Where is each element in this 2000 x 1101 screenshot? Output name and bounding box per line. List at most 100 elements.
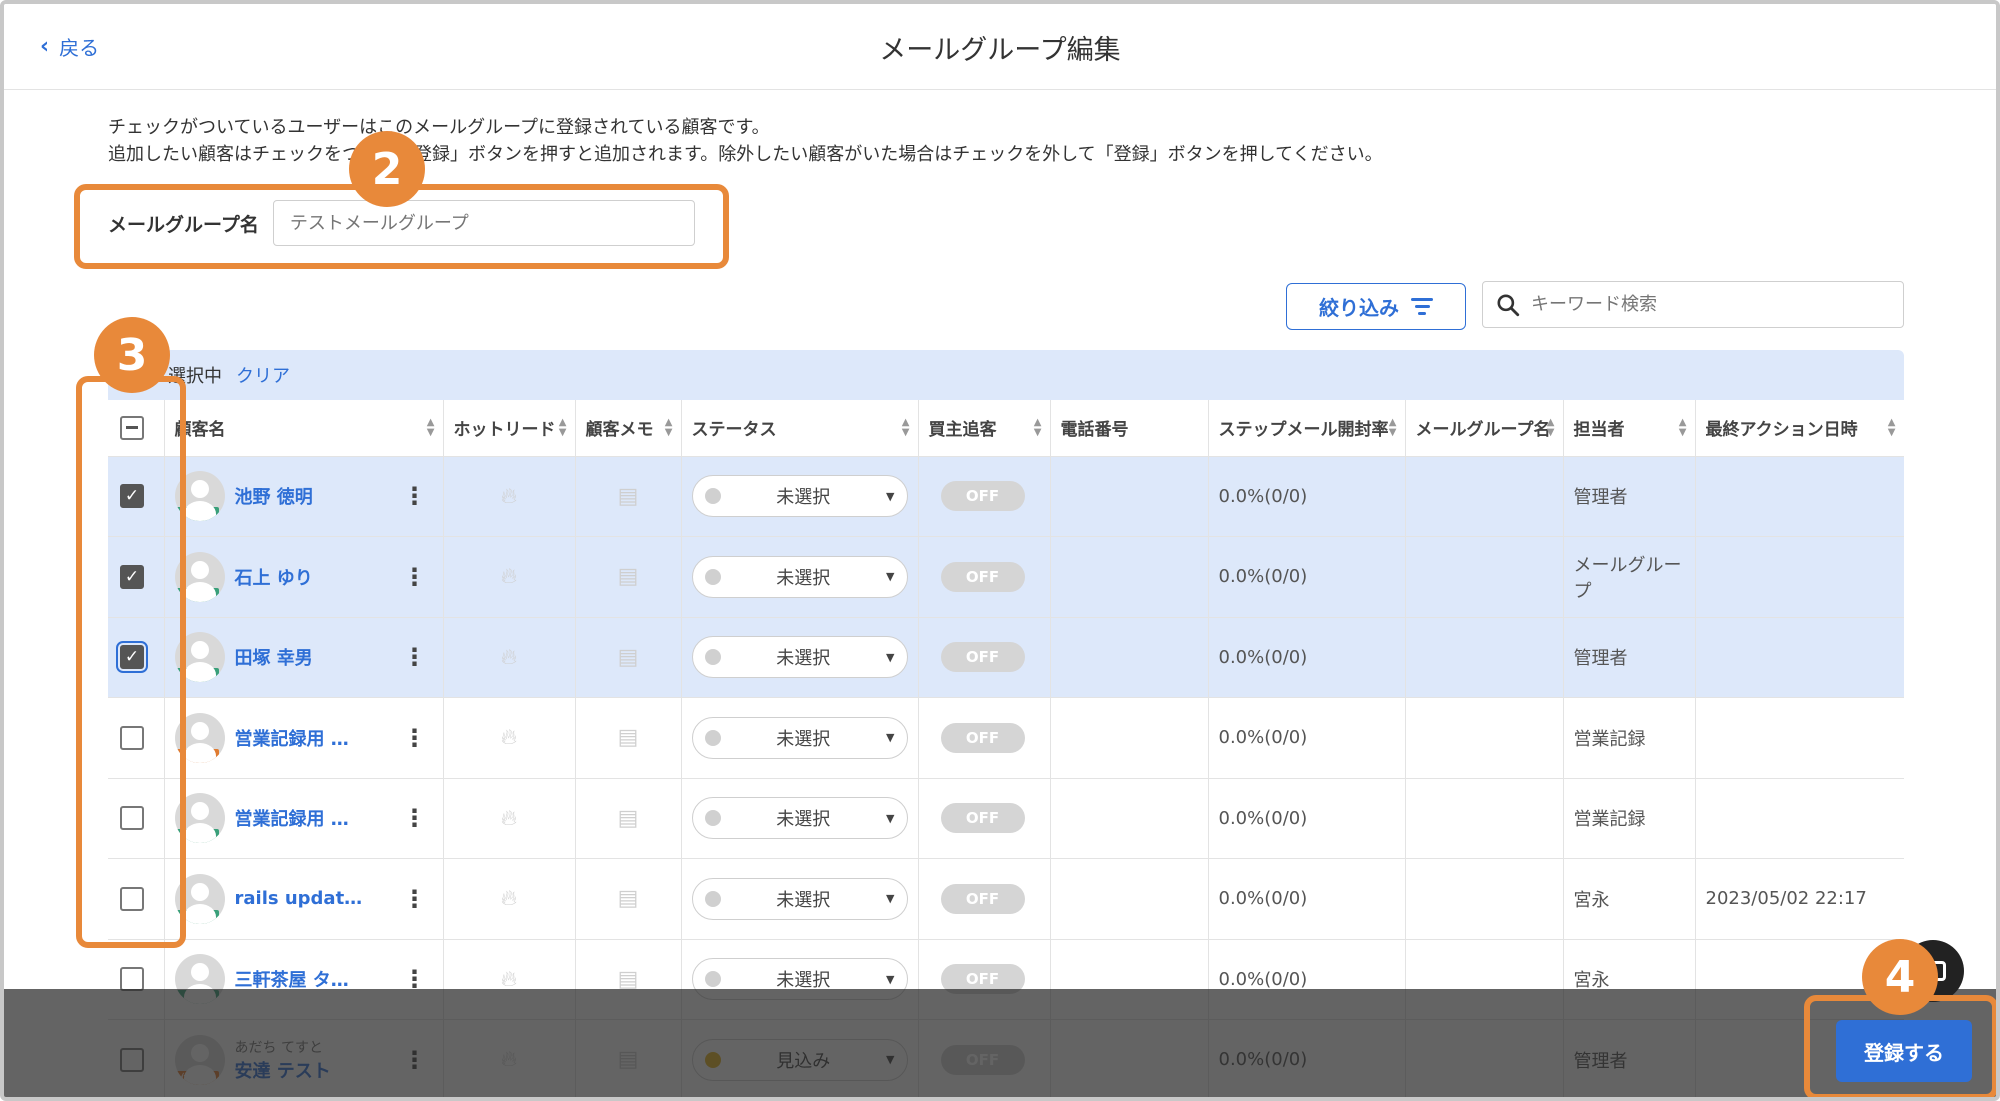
sort-icon: ▲ ▼ — [558, 417, 567, 438]
comment-icon[interactable]: ▤ — [586, 967, 671, 992]
comment-icon[interactable]: ▤ — [586, 886, 671, 911]
column-header[interactable]: 担当者 ▲ ▼ — [1563, 400, 1696, 457]
clear-selection-link[interactable]: クリア — [236, 362, 290, 388]
table-row: ✓ 買主 池野 徳明 ⋮ 🔥︎ ▤ 未選択 ▼ OFF 0.0%(0/0) 管理者 — [108, 456, 1904, 537]
owner-cell: 管理者 — [1563, 617, 1696, 698]
status-cell: 未選択 ▼ — [681, 536, 919, 618]
phone-cell — [1050, 697, 1209, 779]
follow-toggle[interactable]: OFF — [940, 803, 1025, 834]
callout-box-3 — [76, 376, 186, 948]
table-row: ✓ 買主 石上 ゆり ⋮ 🔥︎ ▤ 未選択 ▼ OFF 0.0%(0/0) メールグループ — [108, 536, 1904, 618]
customer-name-link[interactable]: rails updat… — [235, 888, 363, 909]
flame-icon[interactable]: 🔥︎ — [454, 484, 565, 509]
customer-name-link[interactable]: 田塚 幸男 — [235, 644, 313, 670]
last-action-cell — [1695, 617, 1904, 698]
column-header[interactable]: ステップメール開封率 ▲ ▼ — [1208, 400, 1406, 457]
column-header[interactable]: 買主追客 ▲ ▼ — [918, 400, 1051, 457]
status-select[interactable]: 未選択 ▼ — [691, 555, 908, 598]
status-value: 未選択 — [776, 567, 831, 589]
phone-cell — [1050, 858, 1209, 940]
flame-icon[interactable]: 🔥︎ — [454, 564, 565, 589]
status-dot — [704, 649, 721, 666]
sort-icon: ▲ ▼ — [1546, 417, 1555, 438]
follow-toggle[interactable]: OFF — [940, 722, 1025, 753]
open-rate-cell: 0.0%(0/0) — [1208, 697, 1406, 779]
memo-cell: ▤ — [575, 456, 682, 537]
follow-toggle[interactable]: OFF — [940, 561, 1025, 592]
more-options-icon[interactable]: ⋮ — [403, 804, 427, 832]
flame-icon[interactable]: 🔥︎ — [454, 725, 565, 750]
comment-icon[interactable]: ▤ — [586, 806, 671, 831]
sort-icon: ▲ ▼ — [1033, 417, 1042, 438]
follow-cell: OFF — [918, 456, 1051, 537]
more-options-icon[interactable]: ⋮ — [403, 885, 427, 913]
more-options-icon[interactable]: ⋮ — [403, 563, 427, 591]
group-name-cell — [1405, 536, 1564, 618]
customer-name-link[interactable]: 営業記録用 … — [235, 805, 349, 831]
last-action-cell — [1695, 778, 1904, 859]
status-select[interactable]: 未選択 ▼ — [691, 475, 908, 518]
status-cell: 未選択 ▼ — [681, 858, 919, 940]
column-header[interactable]: メールグループ名 ▲ ▼ — [1405, 400, 1564, 457]
hot-lead-cell: 🔥︎ — [443, 778, 576, 859]
last-action-cell — [1695, 536, 1904, 618]
status-dot — [704, 971, 721, 988]
page-title: メールグループ編集 — [879, 35, 1121, 66]
column-header[interactable]: 顧客名 ▲ ▼ — [164, 400, 444, 457]
row-checkbox[interactable] — [120, 967, 144, 992]
column-header[interactable]: ホットリード ▲ ▼ — [443, 400, 576, 457]
app-window: ‹ 戻る メールグループ編集 チェックがついているユーザーはこのメールグループに… — [0, 0, 2000, 1101]
follow-toggle[interactable]: OFF — [940, 481, 1025, 512]
column-header[interactable]: ステータス ▲ ▼ — [681, 400, 919, 457]
status-value: 未選択 — [776, 809, 831, 831]
flame-icon[interactable]: 🔥︎ — [454, 806, 565, 831]
search-input[interactable] — [1531, 294, 1891, 315]
more-options-icon[interactable]: ⋮ — [403, 724, 427, 752]
hot-lead-cell: 🔥︎ — [443, 536, 576, 618]
follow-toggle[interactable]: OFF — [940, 642, 1025, 673]
status-value: 未選択 — [776, 889, 831, 911]
group-name-cell — [1405, 617, 1564, 698]
follow-toggle[interactable]: OFF — [940, 883, 1025, 914]
column-header[interactable]: 最終アクション日時 ▲ ▼ — [1695, 400, 1904, 457]
customer-name-link[interactable]: 池野 徳明 — [235, 483, 313, 509]
customer-name-link[interactable]: 石上 ゆり — [235, 564, 313, 590]
comment-icon[interactable]: ▤ — [586, 725, 671, 750]
group-name-cell — [1405, 778, 1564, 859]
open-rate-cell: 0.0%(0/0) — [1208, 536, 1406, 618]
memo-cell: ▤ — [575, 697, 682, 779]
column-header[interactable]: 顧客メモ ▲ ▼ — [575, 400, 682, 457]
follow-cell: OFF — [918, 858, 1051, 940]
customer-name-link[interactable]: 営業記録用 … — [235, 725, 349, 751]
description: チェックがついているユーザーはこのメールグループに登録されている顧客です。 追加… — [108, 114, 1383, 168]
comment-icon[interactable]: ▤ — [586, 645, 671, 670]
filter-button[interactable]: 絞り込み — [1286, 283, 1466, 330]
open-rate-cell: 0.0%(0/0) — [1208, 858, 1406, 940]
hot-lead-cell: 🔥︎ — [443, 697, 576, 779]
last-action-cell — [1695, 456, 1904, 537]
description-line-1: チェックがついているユーザーはこのメールグループに登録されている顧客です。 — [108, 117, 770, 138]
more-options-icon[interactable]: ⋮ — [403, 482, 427, 510]
customer-cell: 買主 田塚 幸男 ⋮ — [164, 617, 444, 698]
flame-icon[interactable]: 🔥︎ — [454, 886, 565, 911]
status-select[interactable]: 未選択 ▼ — [691, 716, 908, 759]
status-select[interactable]: 未選択 ▼ — [691, 797, 908, 840]
status-select[interactable]: 未選択 ▼ — [691, 636, 908, 679]
flame-icon[interactable]: 🔥︎ — [454, 645, 565, 670]
sort-icon: ▲ ▼ — [901, 417, 910, 438]
caret-down-icon: ▼ — [886, 489, 895, 503]
caret-down-icon: ▼ — [886, 650, 895, 664]
column-header: 電話番号 — [1050, 400, 1209, 457]
status-select[interactable]: 未選択 ▼ — [691, 877, 908, 920]
comment-icon[interactable]: ▤ — [586, 484, 671, 509]
sort-icon: ▲ ▼ — [426, 417, 435, 438]
follow-cell: OFF — [918, 617, 1051, 698]
flame-icon[interactable]: 🔥︎ — [454, 967, 565, 992]
comment-icon[interactable]: ▤ — [586, 564, 671, 589]
memo-cell: ▤ — [575, 778, 682, 859]
filter-label: 絞り込み — [1319, 296, 1399, 320]
keyword-search[interactable] — [1482, 281, 1904, 328]
follow-cell: OFF — [918, 697, 1051, 779]
more-options-icon[interactable]: ⋮ — [403, 643, 427, 671]
status-dot — [704, 568, 721, 585]
